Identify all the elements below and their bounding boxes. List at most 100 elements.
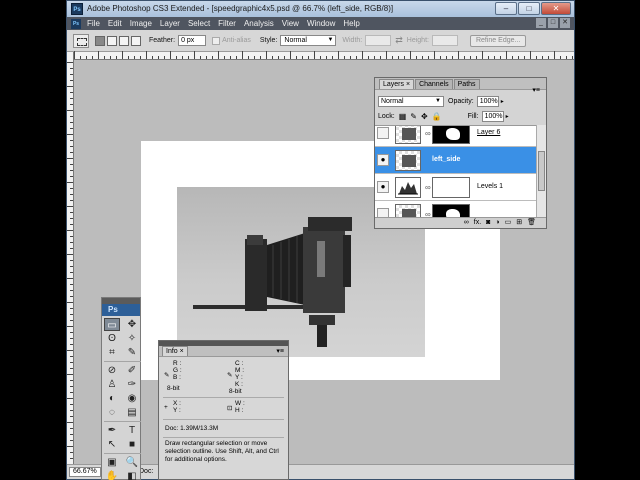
magic-wand-tool-icon[interactable]: ✧ [124, 332, 140, 345]
opacity-input[interactable]: 100% [476, 96, 499, 107]
layer-style-icon[interactable]: fx. [474, 218, 481, 228]
info-x-label: X : [173, 400, 181, 407]
new-layer-icon[interactable]: ⊞ [516, 218, 522, 228]
info-g-label: G : [173, 367, 182, 374]
notes-tool-icon[interactable]: ▣ [104, 456, 120, 469]
adjustment-layer-icon[interactable]: ◑ [495, 218, 499, 228]
type-tool-icon[interactable]: T [124, 424, 140, 437]
opacity-slider-icon[interactable]: ▸ [501, 98, 504, 105]
menu-file[interactable]: File [87, 19, 100, 28]
slice-tool-icon[interactable]: ✎ [124, 346, 140, 359]
panel-menu-icon[interactable]: ▾≡ [276, 347, 284, 355]
blur-tool-icon[interactable]: ◌ [104, 406, 120, 419]
crop-tool-icon[interactable]: ⌗ [104, 346, 120, 359]
menu-analysis[interactable]: Analysis [244, 19, 274, 28]
info-bit-right: 8-bit [229, 388, 242, 395]
link-layers-icon[interactable]: ∞ [464, 218, 469, 228]
height-input [431, 35, 458, 46]
layer-row-levels-1[interactable]: ● ∞ Levels 1 [375, 174, 538, 201]
paint-bucket-tool-icon[interactable]: ◉ [124, 392, 140, 405]
status-doc-size[interactable]: Doc: [139, 468, 153, 475]
rectangle-tool-icon[interactable]: ■ [124, 438, 140, 451]
path-selection-tool-icon[interactable]: ↖ [104, 438, 120, 451]
close-icon[interactable]: × [180, 348, 184, 355]
info-tool-description: Draw rectangular selection or move selec… [165, 440, 279, 463]
fill-slider-icon[interactable]: ▸ [506, 113, 509, 120]
title-bar[interactable]: Ps Adobe Photoshop CS3 Extended - [speed… [67, 1, 574, 17]
history-brush-tool-icon[interactable]: ✑ [124, 378, 140, 391]
hand-tool-icon[interactable]: ✋ [104, 470, 120, 480]
layer-mask-thumbnail[interactable] [432, 204, 470, 218]
doc-restore-button[interactable]: □ [548, 18, 558, 28]
fill-input[interactable]: 100% [481, 111, 504, 122]
lock-all-icon[interactable]: 🔒 [432, 112, 442, 121]
lock-transparent-icon[interactable]: ▦ [399, 112, 407, 121]
healing-brush-tool-icon[interactable]: ⊘ [104, 364, 120, 377]
new-selection-mode-button[interactable] [95, 35, 105, 46]
layer-list: ● ∞ Layer 6 ● left_side ● ∞ Levels 1 ● ∞ [375, 125, 538, 218]
marquee-tool-preset-icon[interactable] [73, 33, 89, 48]
layer-mask-thumbnail[interactable] [432, 126, 470, 144]
trash-icon[interactable]: 🗑 [527, 218, 536, 228]
doc-close-button[interactable]: ✕ [560, 18, 570, 28]
layers-scrollbar[interactable] [536, 125, 546, 218]
menu-window[interactable]: Window [307, 19, 335, 28]
zoom-level-input[interactable]: 66.67% [69, 467, 101, 477]
rectangular-marquee-tool-icon[interactable]: ▭ [104, 318, 120, 331]
layer-row-left-side[interactable]: ● left_side [375, 147, 538, 174]
dodge-tool-icon[interactable]: ▤ [124, 406, 140, 419]
doc-minimize-button[interactable]: _ [536, 18, 546, 28]
layer-name[interactable]: Layer 6 [477, 129, 500, 136]
lock-position-icon[interactable]: ✥ [421, 112, 428, 121]
tab-layers[interactable]: Layers × [379, 79, 415, 89]
clone-stamp-tool-icon[interactable]: ♙ [104, 378, 120, 391]
intersect-selection-mode-button[interactable] [131, 35, 141, 46]
style-select[interactable]: Normal ▼ [280, 35, 337, 46]
layer-row-partial[interactable]: ● ∞ [375, 201, 538, 218]
close-icon[interactable]: × [406, 81, 410, 88]
layer-mask-thumbnail[interactable] [432, 177, 470, 198]
subtract-selection-mode-button[interactable] [119, 35, 129, 46]
panel-menu-icon[interactable]: ▾≡ [532, 86, 540, 94]
new-group-icon[interactable]: ▭ [505, 218, 512, 228]
add-selection-mode-button[interactable] [107, 35, 117, 46]
tab-info[interactable]: Info × [162, 346, 188, 356]
add-mask-icon[interactable]: ◙ [486, 218, 490, 228]
width-label: Width: [342, 37, 363, 44]
pen-tool-icon[interactable]: ✒ [104, 424, 120, 437]
options-bar: Feather: 0 px Anti-alias Style: Normal ▼… [67, 30, 574, 52]
eyedropper-tool-icon[interactable]: 🔍 [124, 456, 140, 469]
feather-input[interactable]: 0 px [178, 35, 207, 46]
ps-logo-icon[interactable]: Ps [71, 18, 81, 29]
menu-layer[interactable]: Layer [160, 19, 180, 28]
crosshair-icon: + [164, 404, 168, 411]
minimize-button[interactable]: – [495, 2, 517, 15]
eye-icon[interactable]: ● [377, 181, 389, 193]
menu-bar: Ps File Edit Image Layer Select Filter A… [67, 17, 574, 30]
menu-image[interactable]: Image [130, 19, 152, 28]
close-button[interactable]: ✕ [541, 2, 571, 15]
eraser-tool-icon[interactable]: ◐ [104, 392, 120, 405]
photoshop-app-icon[interactable]: Ps [71, 3, 83, 15]
blend-mode-select[interactable]: Normal ▼ [378, 96, 444, 107]
brush-tool-icon[interactable]: ✐ [124, 364, 140, 377]
menu-filter[interactable]: Filter [218, 19, 236, 28]
layer-name[interactable]: left_side [432, 156, 460, 163]
zoom-tool-icon[interactable]: ◧ [124, 470, 140, 480]
menu-edit[interactable]: Edit [108, 19, 122, 28]
lock-image-icon[interactable]: ✎ [410, 112, 417, 121]
tab-paths[interactable]: Paths [453, 79, 480, 89]
eye-icon[interactable]: ● [377, 154, 389, 166]
maximize-button[interactable]: □ [518, 2, 540, 15]
lasso-tool-icon[interactable]: ʘ [104, 332, 120, 345]
layer-row-layer-6[interactable]: ● ∞ Layer 6 [375, 126, 538, 147]
visibility-toggle[interactable]: ● [377, 127, 389, 139]
layer-thumbnail [395, 150, 421, 171]
menu-view[interactable]: View [282, 19, 299, 28]
swap-dimensions-icon: ⇄ [395, 35, 403, 45]
move-tool-icon[interactable]: ✥ [124, 318, 140, 331]
tab-channels[interactable]: Channels [415, 79, 453, 89]
menu-help[interactable]: Help [343, 19, 359, 28]
menu-select[interactable]: Select [188, 19, 210, 28]
layer-name[interactable]: Levels 1 [477, 183, 503, 190]
